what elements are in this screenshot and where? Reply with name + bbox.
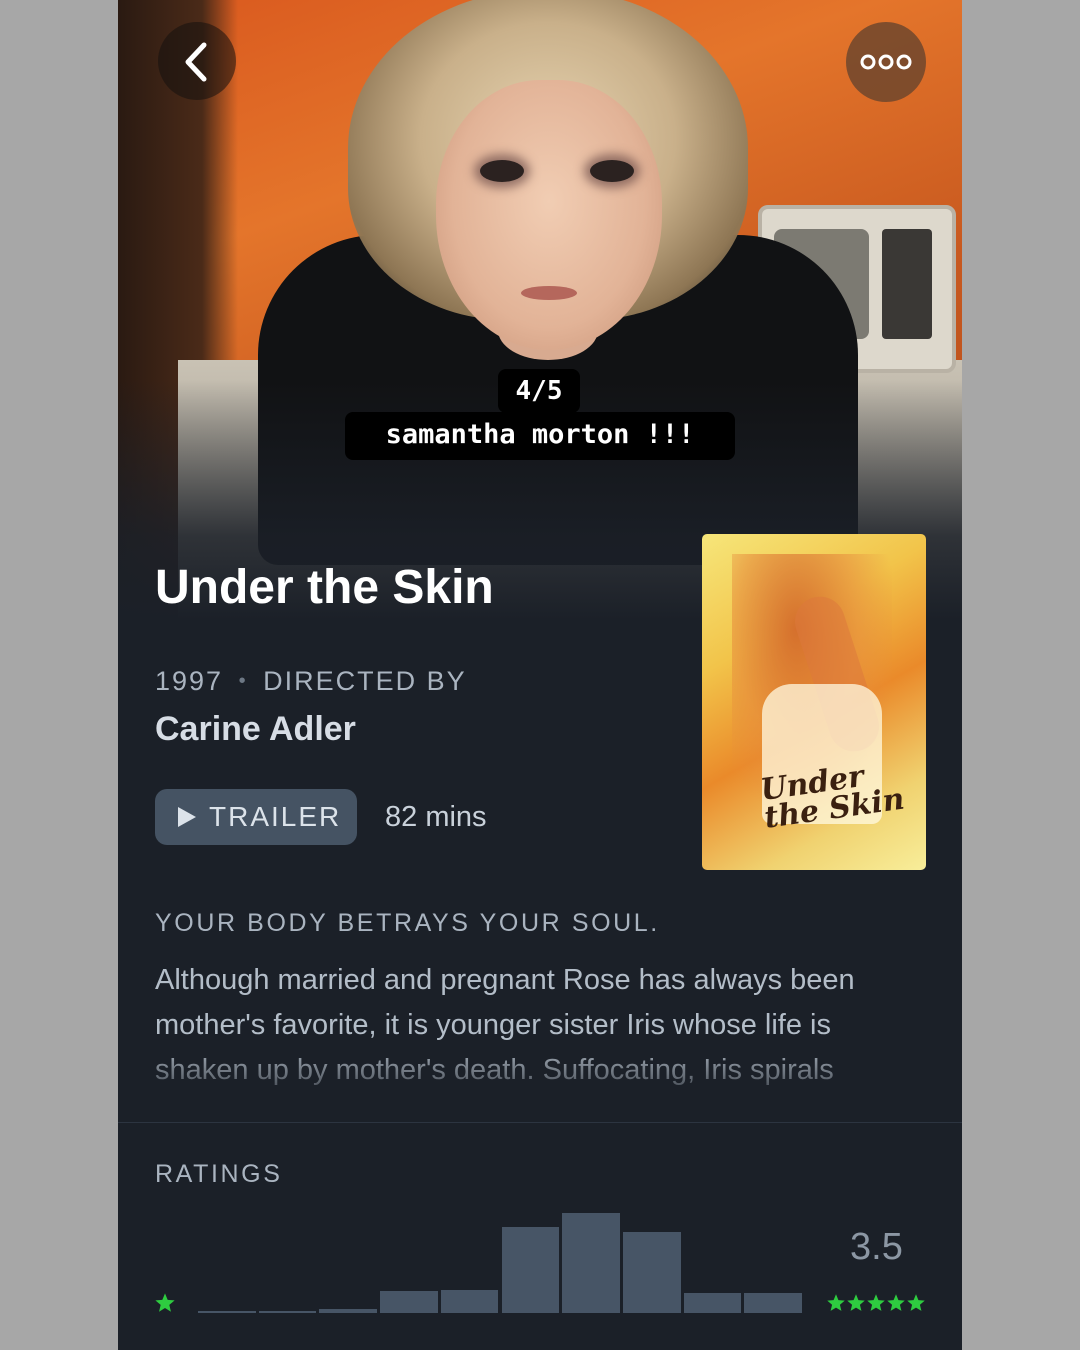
more-options-button[interactable]: [846, 22, 926, 102]
tagline: YOUR BODY BETRAYS YOUR SOUL.: [155, 909, 660, 937]
film-meta: 1997 • DIRECTED BY: [155, 666, 467, 697]
five-stars-icon: [827, 1294, 925, 1311]
histogram-bar[interactable]: [683, 1293, 742, 1313]
director-link[interactable]: Carine Adler: [155, 710, 356, 749]
star-icon: [155, 1293, 175, 1312]
release-year[interactable]: 1997: [155, 666, 223, 696]
histogram-bar[interactable]: [198, 1311, 256, 1313]
ratings-heading: RATINGS: [155, 1160, 283, 1188]
story-caption: samantha morton !!!: [345, 412, 735, 460]
story-page-counter: 4/5: [498, 369, 580, 413]
histogram-bar[interactable]: [744, 1293, 802, 1313]
histogram-bar[interactable]: [440, 1290, 499, 1313]
histogram-bar[interactable]: [562, 1213, 620, 1313]
histogram-bar[interactable]: [380, 1291, 438, 1313]
directed-by-label: DIRECTED BY: [263, 666, 467, 696]
chevron-left-icon: [185, 42, 207, 82]
trailer-button[interactable]: TRAILER: [155, 789, 357, 845]
average-rating: 3.5: [850, 1226, 903, 1268]
back-button[interactable]: [158, 22, 236, 100]
ratings-histogram[interactable]: [198, 1210, 802, 1313]
histogram-bar[interactable]: [501, 1227, 560, 1313]
backdrop-image: [118, 0, 962, 620]
synopsis[interactable]: Although married and pregnant Rose has a…: [155, 958, 925, 1093]
film-title: Under the Skin: [155, 561, 494, 614]
ellipsis-icon: [860, 54, 912, 70]
runtime: 82 mins: [385, 801, 487, 833]
section-divider: [118, 1122, 962, 1123]
film-detail-screen: 4/5 samantha morton !!! Under the Skin 1…: [118, 0, 962, 1350]
histogram-bar[interactable]: [258, 1311, 317, 1313]
meta-separator: •: [238, 670, 248, 692]
histogram-bar[interactable]: [319, 1309, 378, 1313]
play-icon: [178, 807, 196, 827]
film-poster[interactable]: Under the Skin: [702, 534, 926, 870]
histogram-bar[interactable]: [622, 1232, 681, 1313]
trailer-label: TRAILER: [209, 801, 342, 832]
